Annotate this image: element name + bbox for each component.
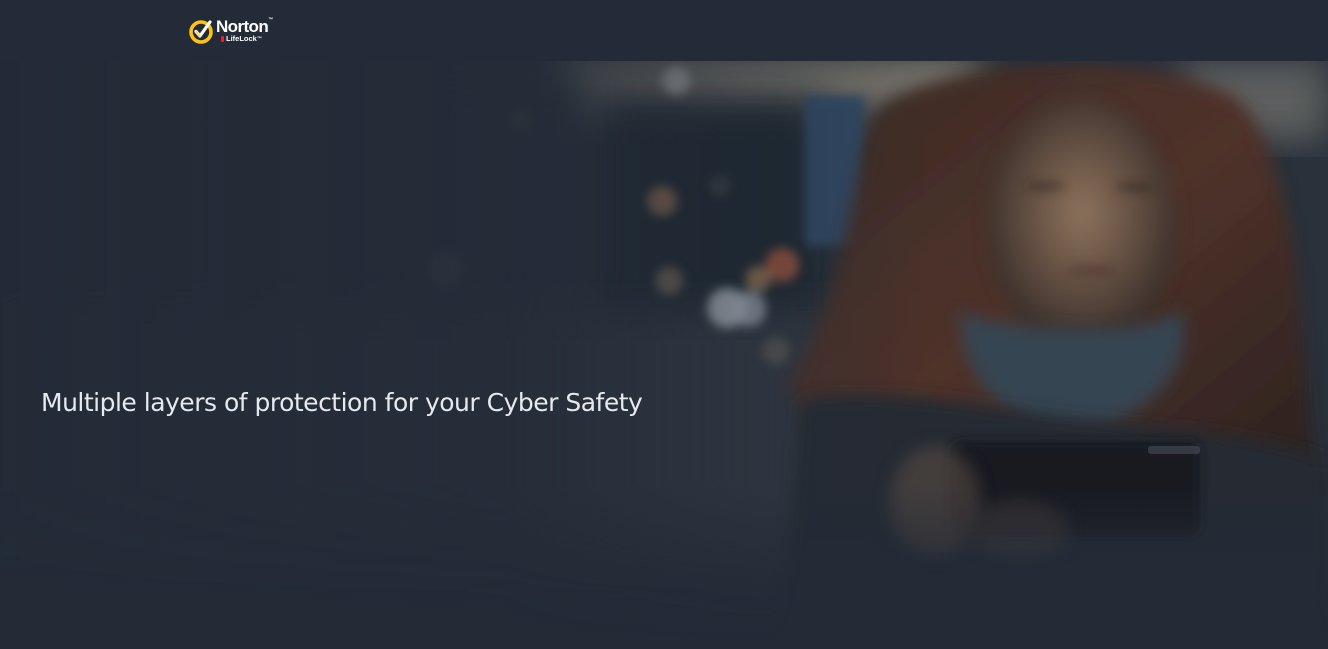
site-header: Norton™ LifeLock ™ bbox=[0, 0, 1328, 61]
logo-sub-brand: LifeLock ™ bbox=[221, 35, 273, 43]
hero-image bbox=[0, 61, 1328, 649]
norton-checkmark-icon bbox=[189, 20, 213, 44]
logo-trademark: ™ bbox=[268, 17, 273, 24]
hero-title: Multiple layers of protection for your C… bbox=[41, 388, 643, 417]
logo-brand-name: Norton™ bbox=[216, 17, 273, 37]
hero-banner: Multiple layers of protection for your C… bbox=[0, 61, 1328, 649]
logo-sub-brand-text: LifeLock bbox=[226, 34, 257, 44]
lock-icon bbox=[221, 36, 224, 42]
page: Norton™ LifeLock ™ Multiple layers of pr… bbox=[0, 0, 1328, 649]
logo-wordmark: Norton™ LifeLock ™ bbox=[216, 17, 273, 43]
logo-brand-text: Norton bbox=[216, 17, 269, 37]
logo-sub-trademark: ™ bbox=[256, 35, 262, 42]
norton-lifelock-logo[interactable]: Norton™ LifeLock ™ bbox=[188, 15, 273, 47]
